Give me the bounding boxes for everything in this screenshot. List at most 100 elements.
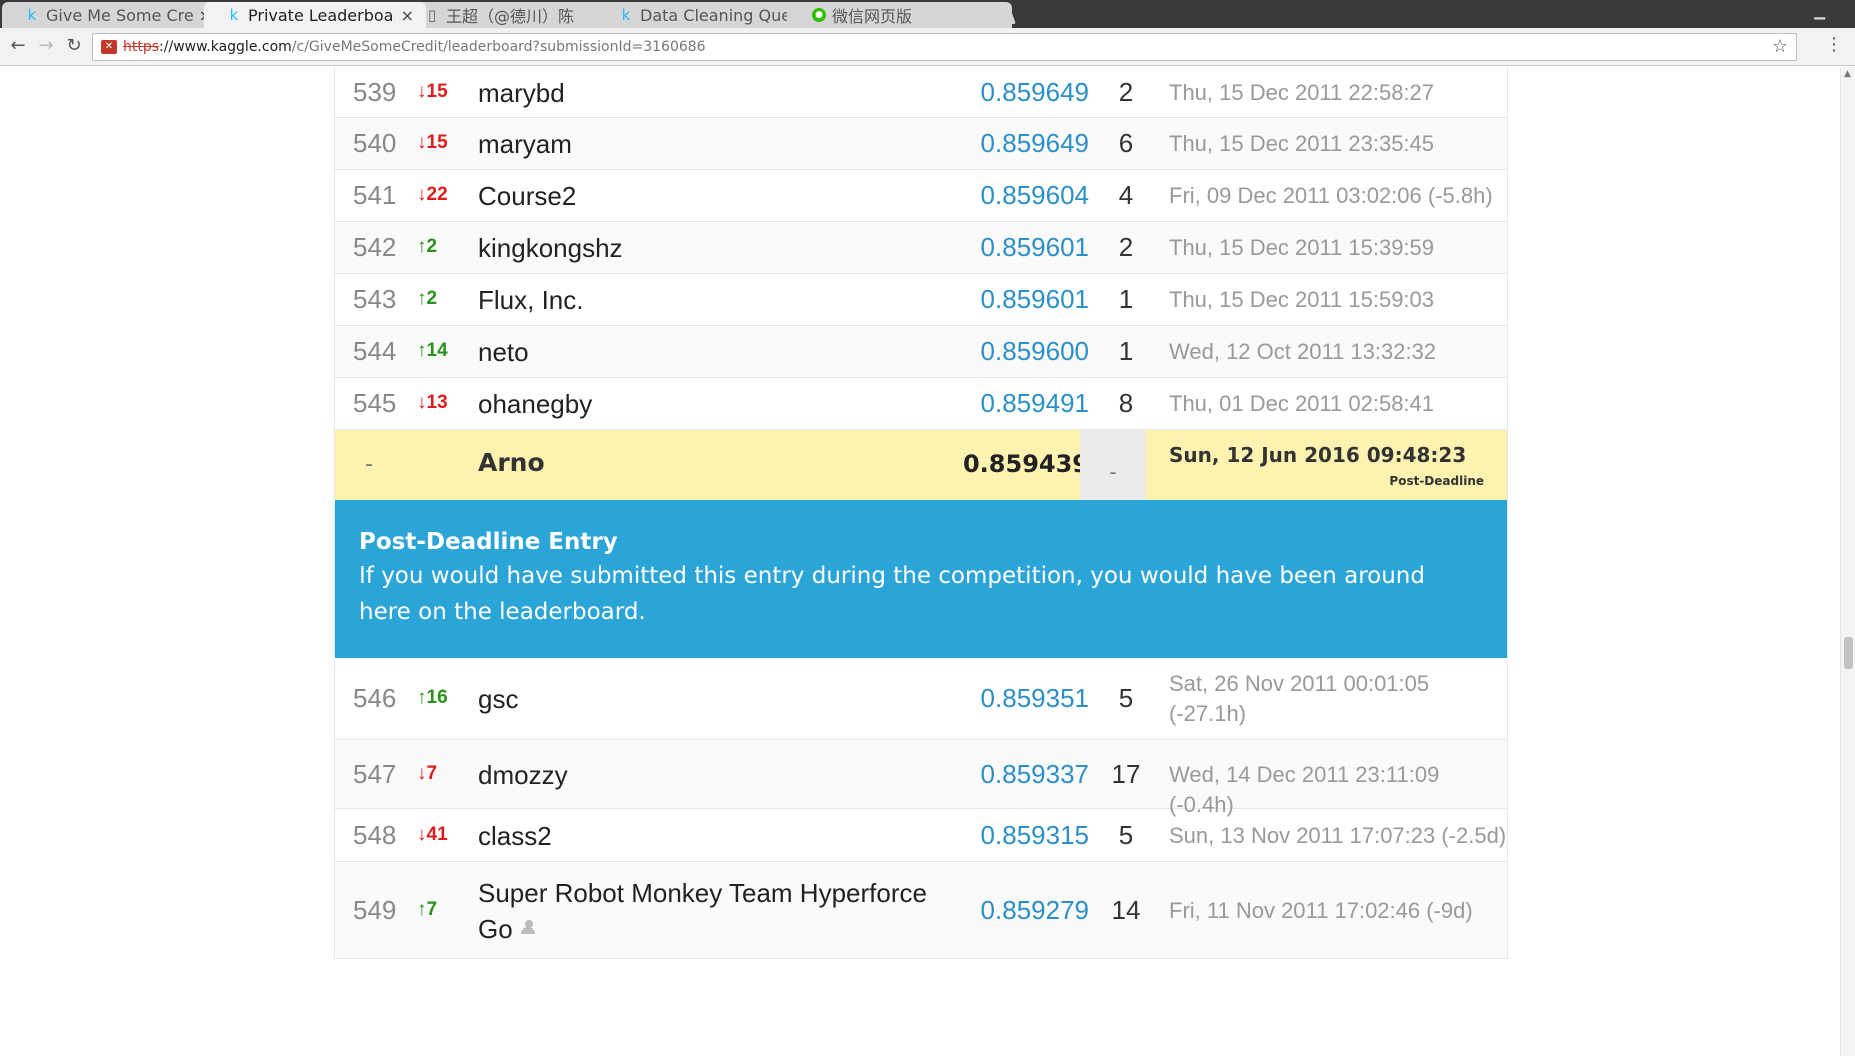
entries-cell: 14: [1111, 894, 1141, 925]
new-tab-button[interactable]: [982, 8, 1016, 24]
tab-private-leaderboard[interactable]: k Private Leaderboar ×: [204, 2, 426, 28]
team-name-link[interactable]: Course2: [478, 178, 948, 214]
table-row: 546 ↑16 gsc 0.859351 5 Sat, 26 Nov 2011 00:01…: [335, 658, 1507, 740]
rank-change-badge: ↓15: [417, 132, 448, 153]
tab-label: Private Leaderboar: [248, 5, 395, 25]
score-cell: 0.859649: [980, 128, 1089, 158]
last-submission-cell: Sat, 26 Nov 2011 00:01:05 (-27.1h): [1169, 671, 1430, 726]
reload-icon[interactable]: ↻: [62, 34, 86, 58]
rank-cell: 547: [353, 758, 397, 789]
entries-cell: 2: [1118, 76, 1134, 107]
banner-title: Post-Deadline Entry: [359, 529, 618, 555]
table-row: 548 ↓41 class2 0.859315 5 Sun, 13 Nov 2011 17…: [335, 809, 1507, 862]
rank-cell: 546: [353, 683, 397, 713]
last-submission-cell: Thu, 15 Dec 2011 15:59:03: [1169, 287, 1435, 312]
entries-cell: 4: [1118, 180, 1134, 210]
last-submission-cell: Fri, 11 Nov 2011 17:02:46 (-9d): [1169, 897, 1473, 923]
address-bar[interactable]: ✕ https://www.kaggle.com/c/GiveMeSomeCre…: [92, 33, 1797, 61]
rank-cell: 539: [353, 76, 397, 107]
document-icon: ▯: [427, 6, 437, 24]
last-submission-cell: Thu, 01 Dec 2011 02:58:41: [1169, 391, 1435, 416]
rank-change-badge: ↓41: [417, 823, 448, 845]
score-cell: 0.859601: [980, 284, 1089, 314]
scroll-up-icon[interactable]: ▲: [1844, 69, 1851, 79]
url-path: /c/GiveMeSomeCredit/leaderboard?submissi…: [291, 39, 706, 55]
team-name-link[interactable]: Super Robot Monkey Team Hyperforce Go: [478, 875, 948, 947]
table-row: 543 ↑2 Flux, Inc. 0.859601 1 Thu, 15 Dec 2011…: [335, 274, 1507, 326]
tab-label: 微信网页版: [832, 7, 913, 26]
post-deadline-tag: Post-Deadline: [1389, 474, 1484, 488]
bookmark-star-icon[interactable]: ☆: [1772, 36, 1788, 57]
kaggle-icon: k: [27, 6, 37, 24]
team-name-link[interactable]: neto: [478, 334, 948, 370]
table-row: 539 ↓15 marybd 0.859649 2 Thu, 15 Dec 2011 22…: [335, 67, 1507, 118]
rank-change-badge: ↑16: [417, 687, 448, 708]
score-cell: 0.859491: [980, 388, 1089, 418]
table-row: 540 ↓15 maryam 0.859649 6 Thu, 15 Dec 2011 23…: [335, 118, 1507, 170]
rank-change-badge: ↑2: [417, 288, 438, 309]
team-name-link[interactable]: gsc: [478, 681, 948, 717]
own-team-name[interactable]: Arno: [478, 448, 545, 477]
team-name-link[interactable]: class2: [478, 818, 948, 854]
rank-cell: 544: [353, 336, 397, 366]
team-name-link[interactable]: maryam: [478, 126, 948, 162]
rank-cell: 548: [353, 819, 397, 850]
entries-cell: 17: [1111, 758, 1141, 789]
team-name-link[interactable]: dmozzy: [478, 757, 948, 793]
tab-data-cleaning[interactable]: k Data Cleaning Ques ×: [596, 2, 818, 28]
table-row: 545 ↓13 ohanegby 0.859491 8 Thu, 01 Dec 2011 …: [335, 378, 1507, 430]
rank-change-badge: ↓7: [417, 762, 438, 784]
team-name-link[interactable]: Flux, Inc.: [478, 282, 948, 318]
scrollbar-thumb[interactable]: [1844, 637, 1853, 669]
page-viewport: 539 ↓15 marybd 0.859649 2 Thu, 15 Dec 2011 22…: [0, 67, 1840, 1056]
rank-change-badge: ↑14: [417, 340, 448, 361]
last-submission-cell: Thu, 15 Dec 2011 23:35:45: [1169, 131, 1435, 156]
team-name-link[interactable]: marybd: [478, 75, 948, 111]
kaggle-icon: k: [621, 6, 631, 24]
own-submission-time: Sun, 12 Jun 2016 09:48:23: [1169, 443, 1467, 467]
table-row: 544 ↑14 neto 0.859600 1 Wed, 12 Oct 2011 13:3…: [335, 326, 1507, 378]
leaderboard-rows-before: 539 ↓15 marybd 0.859649 2 Thu, 15 Dec 2011 22…: [335, 67, 1507, 430]
banner-text: If you would have submitted this entry d…: [359, 563, 1425, 625]
rank-change-badge: ↓22: [417, 184, 448, 205]
last-submission-cell: Fri, 09 Dec 2011 03:02:06 (-5.8h): [1169, 183, 1493, 208]
rank-change-badge: ↓13: [417, 392, 448, 413]
own-entry-row: - Arno 0.859439 - Sun, 12 Jun 2016 09:48…: [335, 430, 1507, 500]
tab-label: Give Me Some Credi: [46, 5, 193, 25]
post-deadline-banner: Post-Deadline Entry If you would have su…: [335, 500, 1507, 658]
vertical-scrollbar[interactable]: ▲: [1840, 67, 1855, 1056]
tab-label: 王超（@德川）陈: [446, 7, 575, 26]
tab-wechat[interactable]: ● 微信网页版 ×: [790, 2, 1012, 28]
team-members-icon: [519, 919, 537, 934]
own-entries: -: [1109, 460, 1117, 484]
url-host: www.kaggle.com: [173, 39, 292, 55]
score-cell: 0.859600: [980, 336, 1089, 366]
browser-tab-strip: k Give Me Some Credi × k Private Leaderb…: [0, 0, 1855, 28]
entries-cell: 5: [1118, 683, 1134, 713]
entries-cell: 6: [1118, 128, 1134, 158]
last-submission-cell: Wed, 12 Oct 2011 13:32:32: [1169, 339, 1437, 364]
score-cell: 0.859649: [980, 76, 1089, 107]
forward-icon[interactable]: →: [34, 34, 58, 58]
team-name-link[interactable]: ohanegby: [478, 386, 948, 422]
entries-cell: 8: [1118, 388, 1134, 418]
tab-document[interactable]: ▯ 王超（@德川）陈 ×: [402, 2, 624, 28]
rank-change-badge: ↑7: [417, 898, 438, 920]
entries-cell: 1: [1118, 284, 1134, 314]
minimize-icon[interactable]: ▁: [1814, 4, 1825, 20]
leaderboard-table: 539 ↓15 marybd 0.859649 2 Thu, 15 Dec 2011 22…: [334, 67, 1508, 959]
url-scheme: https: [123, 39, 160, 55]
score-cell: 0.859604: [980, 180, 1089, 210]
table-row: 541 ↓22 Course2 0.859604 4 Fri, 09 Dec 2011 0…: [335, 170, 1507, 222]
back-icon[interactable]: ←: [6, 34, 30, 58]
rank-cell: 543: [353, 284, 397, 314]
table-row: 549 ↑7 Super Robot Monkey Team Hyperforce …: [335, 862, 1507, 959]
team-name-link[interactable]: kingkongshz: [478, 230, 948, 266]
entries-cell: 1: [1118, 336, 1134, 366]
tab-give-me-some-credit[interactable]: k Give Me Some Credi ×: [2, 2, 224, 28]
rank-cell: 549: [353, 894, 397, 925]
close-icon[interactable]: ×: [401, 6, 414, 25]
insecure-lock-icon[interactable]: ✕: [101, 40, 117, 54]
rank-cell: 542: [353, 232, 397, 262]
menu-icon[interactable]: ⋮: [1825, 34, 1843, 55]
